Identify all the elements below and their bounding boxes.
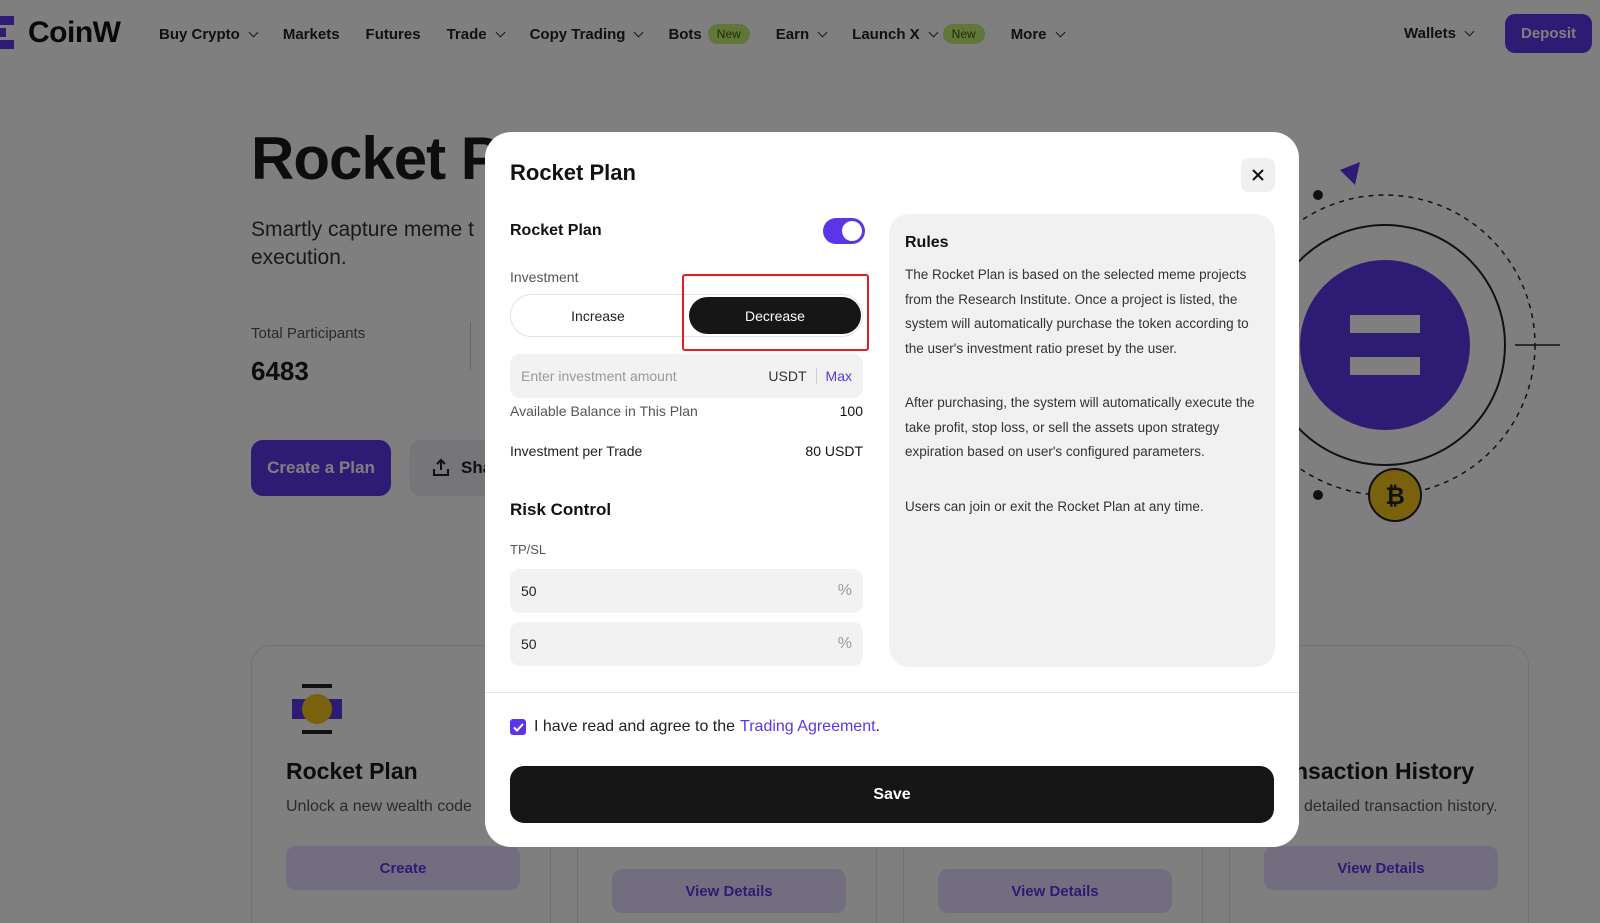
unit-label: USDT: [768, 368, 817, 384]
take-profit-field: %: [510, 569, 863, 613]
balance-label: Available Balance in This Plan: [510, 403, 698, 419]
tpsl-label: TP/SL: [510, 542, 547, 557]
rules-panel: Rules The Rocket Plan is based on the se…: [889, 214, 1275, 667]
rocket-plan-toggle[interactable]: [823, 218, 865, 244]
per-trade-label: Investment per Trade: [510, 443, 643, 459]
agreement-checkbox[interactable]: [510, 719, 526, 735]
close-button[interactable]: [1241, 158, 1275, 192]
stop-loss-input[interactable]: [521, 636, 838, 652]
stop-loss-field: %: [510, 622, 863, 666]
modal-title: Rocket Plan: [510, 160, 636, 185]
investment-amount-input[interactable]: [521, 368, 769, 384]
risk-control-title: Risk Control: [510, 500, 612, 519]
divider: [485, 692, 1299, 693]
agreement-text: I have read and agree to the: [534, 718, 736, 735]
highlight-annotation: [682, 274, 869, 351]
balance-value: 100: [839, 403, 863, 419]
max-button[interactable]: Max: [817, 368, 852, 384]
save-button[interactable]: Save: [510, 766, 1274, 823]
increase-option[interactable]: Increase: [511, 295, 685, 336]
percent-sign: %: [837, 582, 852, 599]
balance-row: Available Balance in This Plan 100: [510, 403, 863, 419]
agreement-row: I have read and agree to the Trading Agr…: [510, 718, 880, 736]
toggle-label: Rocket Plan: [510, 222, 602, 239]
rules-paragraph: After purchasing, the system will automa…: [905, 395, 1255, 459]
take-profit-input[interactable]: [521, 583, 838, 599]
per-trade-value: 80 USDT: [805, 443, 863, 459]
check-icon: [512, 722, 524, 732]
rules-paragraph: Users can join or exit the Rocket Plan a…: [905, 498, 1204, 514]
investment-amount-field: USDT Max: [510, 354, 863, 398]
rocket-plan-modal: Rocket Plan Rocket Plan Investment Incre…: [485, 132, 1299, 847]
rules-paragraph: The Rocket Plan is based on the selected…: [905, 267, 1249, 356]
close-icon: [1252, 169, 1264, 181]
per-trade-row: Investment per Trade 80 USDT: [510, 443, 863, 459]
rules-title: Rules: [905, 234, 949, 251]
toggle-knob: [842, 221, 862, 241]
trading-agreement-link[interactable]: Trading Agreement: [740, 718, 875, 736]
agreement-suffix: .: [875, 718, 880, 735]
investment-label: Investment: [510, 269, 579, 285]
percent-sign: %: [837, 635, 852, 652]
